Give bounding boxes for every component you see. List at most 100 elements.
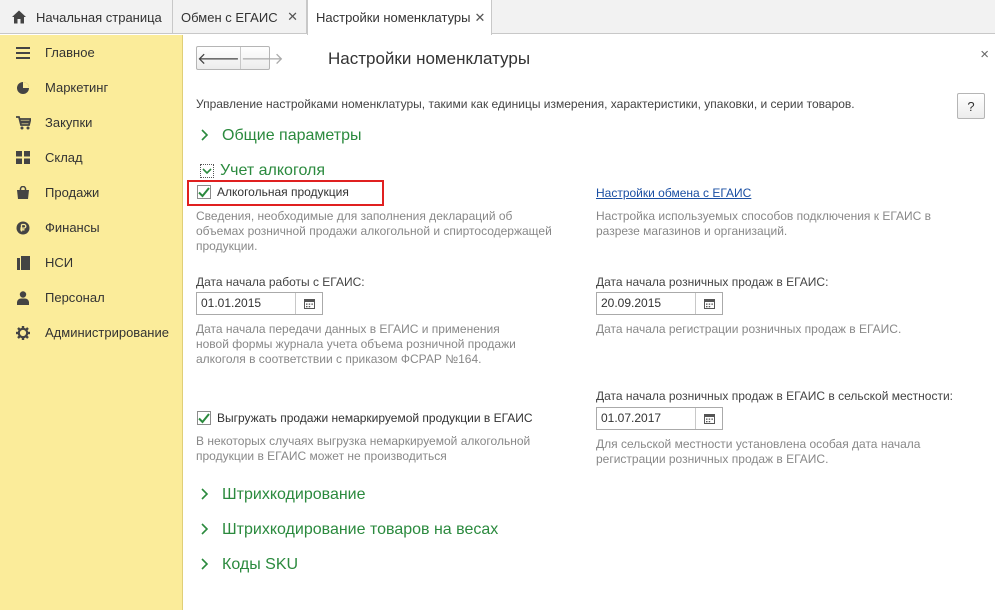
tab-nomenclature-settings[interactable]: Настройки номенклатуры ✕	[307, 0, 492, 35]
sidebar-item-personnel[interactable]: Персонал	[0, 280, 183, 315]
retail-start-date-note: Дата начала регистрации розничных продаж…	[596, 322, 902, 336]
help-label: ?	[967, 98, 975, 114]
note-line: новой формы журнала учета объема розничн…	[196, 337, 516, 351]
alcohol-products-checkbox[interactable]	[197, 185, 211, 199]
sidebar-item-warehouse[interactable]: Склад	[0, 140, 183, 175]
note-line: объемах розничной продажи алкогольной и …	[196, 224, 552, 238]
page-title: Настройки номенклатуры	[328, 49, 531, 68]
note-line: алкоголя в соответствии с приказом ФСРАР…	[196, 352, 482, 366]
egais-start-date-value[interactable]: 01.01.2015	[197, 293, 295, 314]
sidebar-item-purchases[interactable]: Закупки	[0, 105, 183, 140]
home-icon	[12, 10, 26, 24]
sidebar: Главное Маркетинг Закупки Склад Продажи …	[0, 35, 183, 610]
sidebar-item-marketing[interactable]: Маркетинг	[0, 70, 183, 105]
retail-start-date-label: Дата начала розничных продаж в ЕГАИС:	[596, 275, 829, 289]
tab-nomenclature-settings-label: Настройки номенклатуры	[316, 10, 471, 25]
sidebar-item-label: Маркетинг	[45, 80, 109, 95]
sidebar-item-label: Продажи	[45, 185, 100, 200]
calendar-icon[interactable]	[295, 293, 322, 314]
forward-button[interactable]: 🡒	[239, 47, 284, 69]
group-sku-codes-label: Коды SKU	[222, 556, 299, 573]
tab-bar: Начальная страница Обмен с ЕГАИС ✕ Настр…	[0, 0, 995, 35]
sidebar-item-label: НСИ	[45, 255, 74, 270]
main-panel: 🡐 🡒 Настройки номенклатуры × Управление …	[184, 35, 995, 610]
group-alcohol-accounting-label: Учет алкоголя	[220, 162, 325, 179]
arrow-left-icon: 🡐	[197, 50, 240, 68]
chevron-right-icon	[200, 557, 214, 573]
sidebar-item-main[interactable]: Главное	[0, 35, 183, 70]
person-icon	[15, 290, 31, 306]
egais-start-date-note: Дата начала передачи данных в ЕГАИС и пр…	[196, 322, 516, 367]
warehouse-grid-icon	[15, 150, 31, 166]
tab-home-label: Начальная страница	[36, 9, 162, 25]
note-line: Для сельской местности установлена особа…	[596, 437, 921, 451]
sidebar-item-finance[interactable]: Финансы	[0, 210, 183, 245]
egais-exchange-note: Настройка используемых способов подключе…	[596, 209, 931, 239]
unmarked-sales-checkbox-row[interactable]: Выгружать продажи немаркируемой продукци…	[197, 411, 533, 425]
shopping-bag-icon	[15, 185, 31, 201]
sidebar-item-label: Администрирование	[45, 325, 169, 340]
chevron-right-icon	[200, 522, 214, 538]
gear-icon	[15, 325, 31, 341]
group-weighted-barcoding[interactable]: Штрихкодирование товаров на весах	[200, 521, 498, 539]
calendar-icon[interactable]	[695, 408, 722, 429]
pie-chart-icon	[15, 80, 31, 96]
note-line: продукции в ЕГАИС может не производиться	[196, 449, 447, 463]
close-icon: ×	[980, 46, 989, 63]
chevron-right-icon	[200, 487, 214, 503]
unmarked-sales-note: В некоторых случаях выгрузка немаркируем…	[196, 434, 530, 464]
arrow-right-icon: 🡒	[240, 50, 284, 68]
chevron-down-icon	[200, 164, 214, 178]
close-icon[interactable]: ✕	[475, 10, 486, 26]
reference-book-icon	[15, 255, 31, 271]
chevron-right-icon	[200, 128, 214, 144]
egais-exchange-settings-link[interactable]: Настройки обмена с ЕГАИС	[596, 186, 751, 200]
calendar-icon[interactable]	[695, 293, 722, 314]
rural-retail-date-label: Дата начала розничных продаж в ЕГАИС в с…	[596, 389, 954, 403]
unmarked-sales-checkbox[interactable]	[197, 411, 211, 425]
group-barcoding-label: Штрихкодирование	[222, 486, 366, 503]
unmarked-sales-label: Выгружать продажи немаркируемой продукци…	[217, 411, 533, 425]
note-line: Настройка используемых способов подключе…	[596, 209, 932, 223]
sidebar-item-label: Закупки	[45, 115, 93, 130]
tab-egais-exchange-label: Обмен с ЕГАИС	[181, 9, 278, 25]
help-button[interactable]: ?	[957, 93, 985, 119]
rural-retail-date-value[interactable]: 01.07.2017	[597, 408, 695, 429]
group-weighted-barcoding-label: Штрихкодирование товаров на весах	[222, 521, 499, 538]
sidebar-item-administration[interactable]: Администрирование	[0, 315, 183, 350]
close-icon[interactable]: ✕	[287, 9, 298, 25]
alcohol-products-checkbox-row[interactable]: Алкогольная продукция	[197, 185, 349, 199]
tab-home[interactable]: Начальная страница	[0, 0, 173, 34]
group-alcohol-accounting[interactable]: Учет алкоголя	[200, 162, 325, 180]
note-line: разрезе магазинов и организаций.	[596, 224, 788, 238]
group-general-parameters-label: Общие параметры	[222, 127, 362, 144]
group-sku-codes[interactable]: Коды SKU	[200, 556, 298, 574]
group-general-parameters[interactable]: Общие параметры	[200, 127, 362, 145]
close-form-button[interactable]: ×	[980, 46, 989, 63]
sidebar-item-label: Финансы	[45, 220, 100, 235]
sidebar-item-sales[interactable]: Продажи	[0, 175, 183, 210]
tab-egais-exchange[interactable]: Обмен с ЕГАИС ✕	[173, 0, 307, 34]
group-barcoding[interactable]: Штрихкодирование	[200, 486, 366, 504]
sidebar-item-label: Склад	[45, 150, 83, 165]
form-description: Управление настройками номенклатуры, так…	[196, 97, 855, 111]
sidebar-item-label: Персонал	[45, 290, 105, 305]
retail-start-date-value[interactable]: 20.09.2015	[597, 293, 695, 314]
checkmark-icon	[198, 186, 210, 197]
egais-start-date-field[interactable]: 01.01.2015	[196, 292, 323, 315]
alcohol-products-label: Алкогольная продукция	[217, 185, 349, 199]
egais-start-date-label: Дата начала работы с ЕГАИС:	[196, 275, 365, 289]
history-nav: 🡐 🡒	[196, 46, 284, 70]
menu-lines-icon	[15, 45, 31, 61]
ruble-coin-icon	[15, 220, 31, 236]
rural-retail-date-field[interactable]: 01.07.2017	[596, 407, 723, 430]
cart-icon	[15, 115, 31, 131]
note-line: продукции.	[196, 239, 258, 253]
checkmark-icon	[198, 412, 210, 423]
note-line: В некоторых случаях выгрузка немаркируем…	[196, 434, 531, 448]
back-button[interactable]: 🡐	[197, 47, 240, 69]
note-line: Сведения, необходимые для заполнения дек…	[196, 209, 513, 223]
sidebar-item-label: Главное	[45, 45, 95, 60]
retail-start-date-field[interactable]: 20.09.2015	[596, 292, 723, 315]
sidebar-item-nsi[interactable]: НСИ	[0, 245, 183, 280]
